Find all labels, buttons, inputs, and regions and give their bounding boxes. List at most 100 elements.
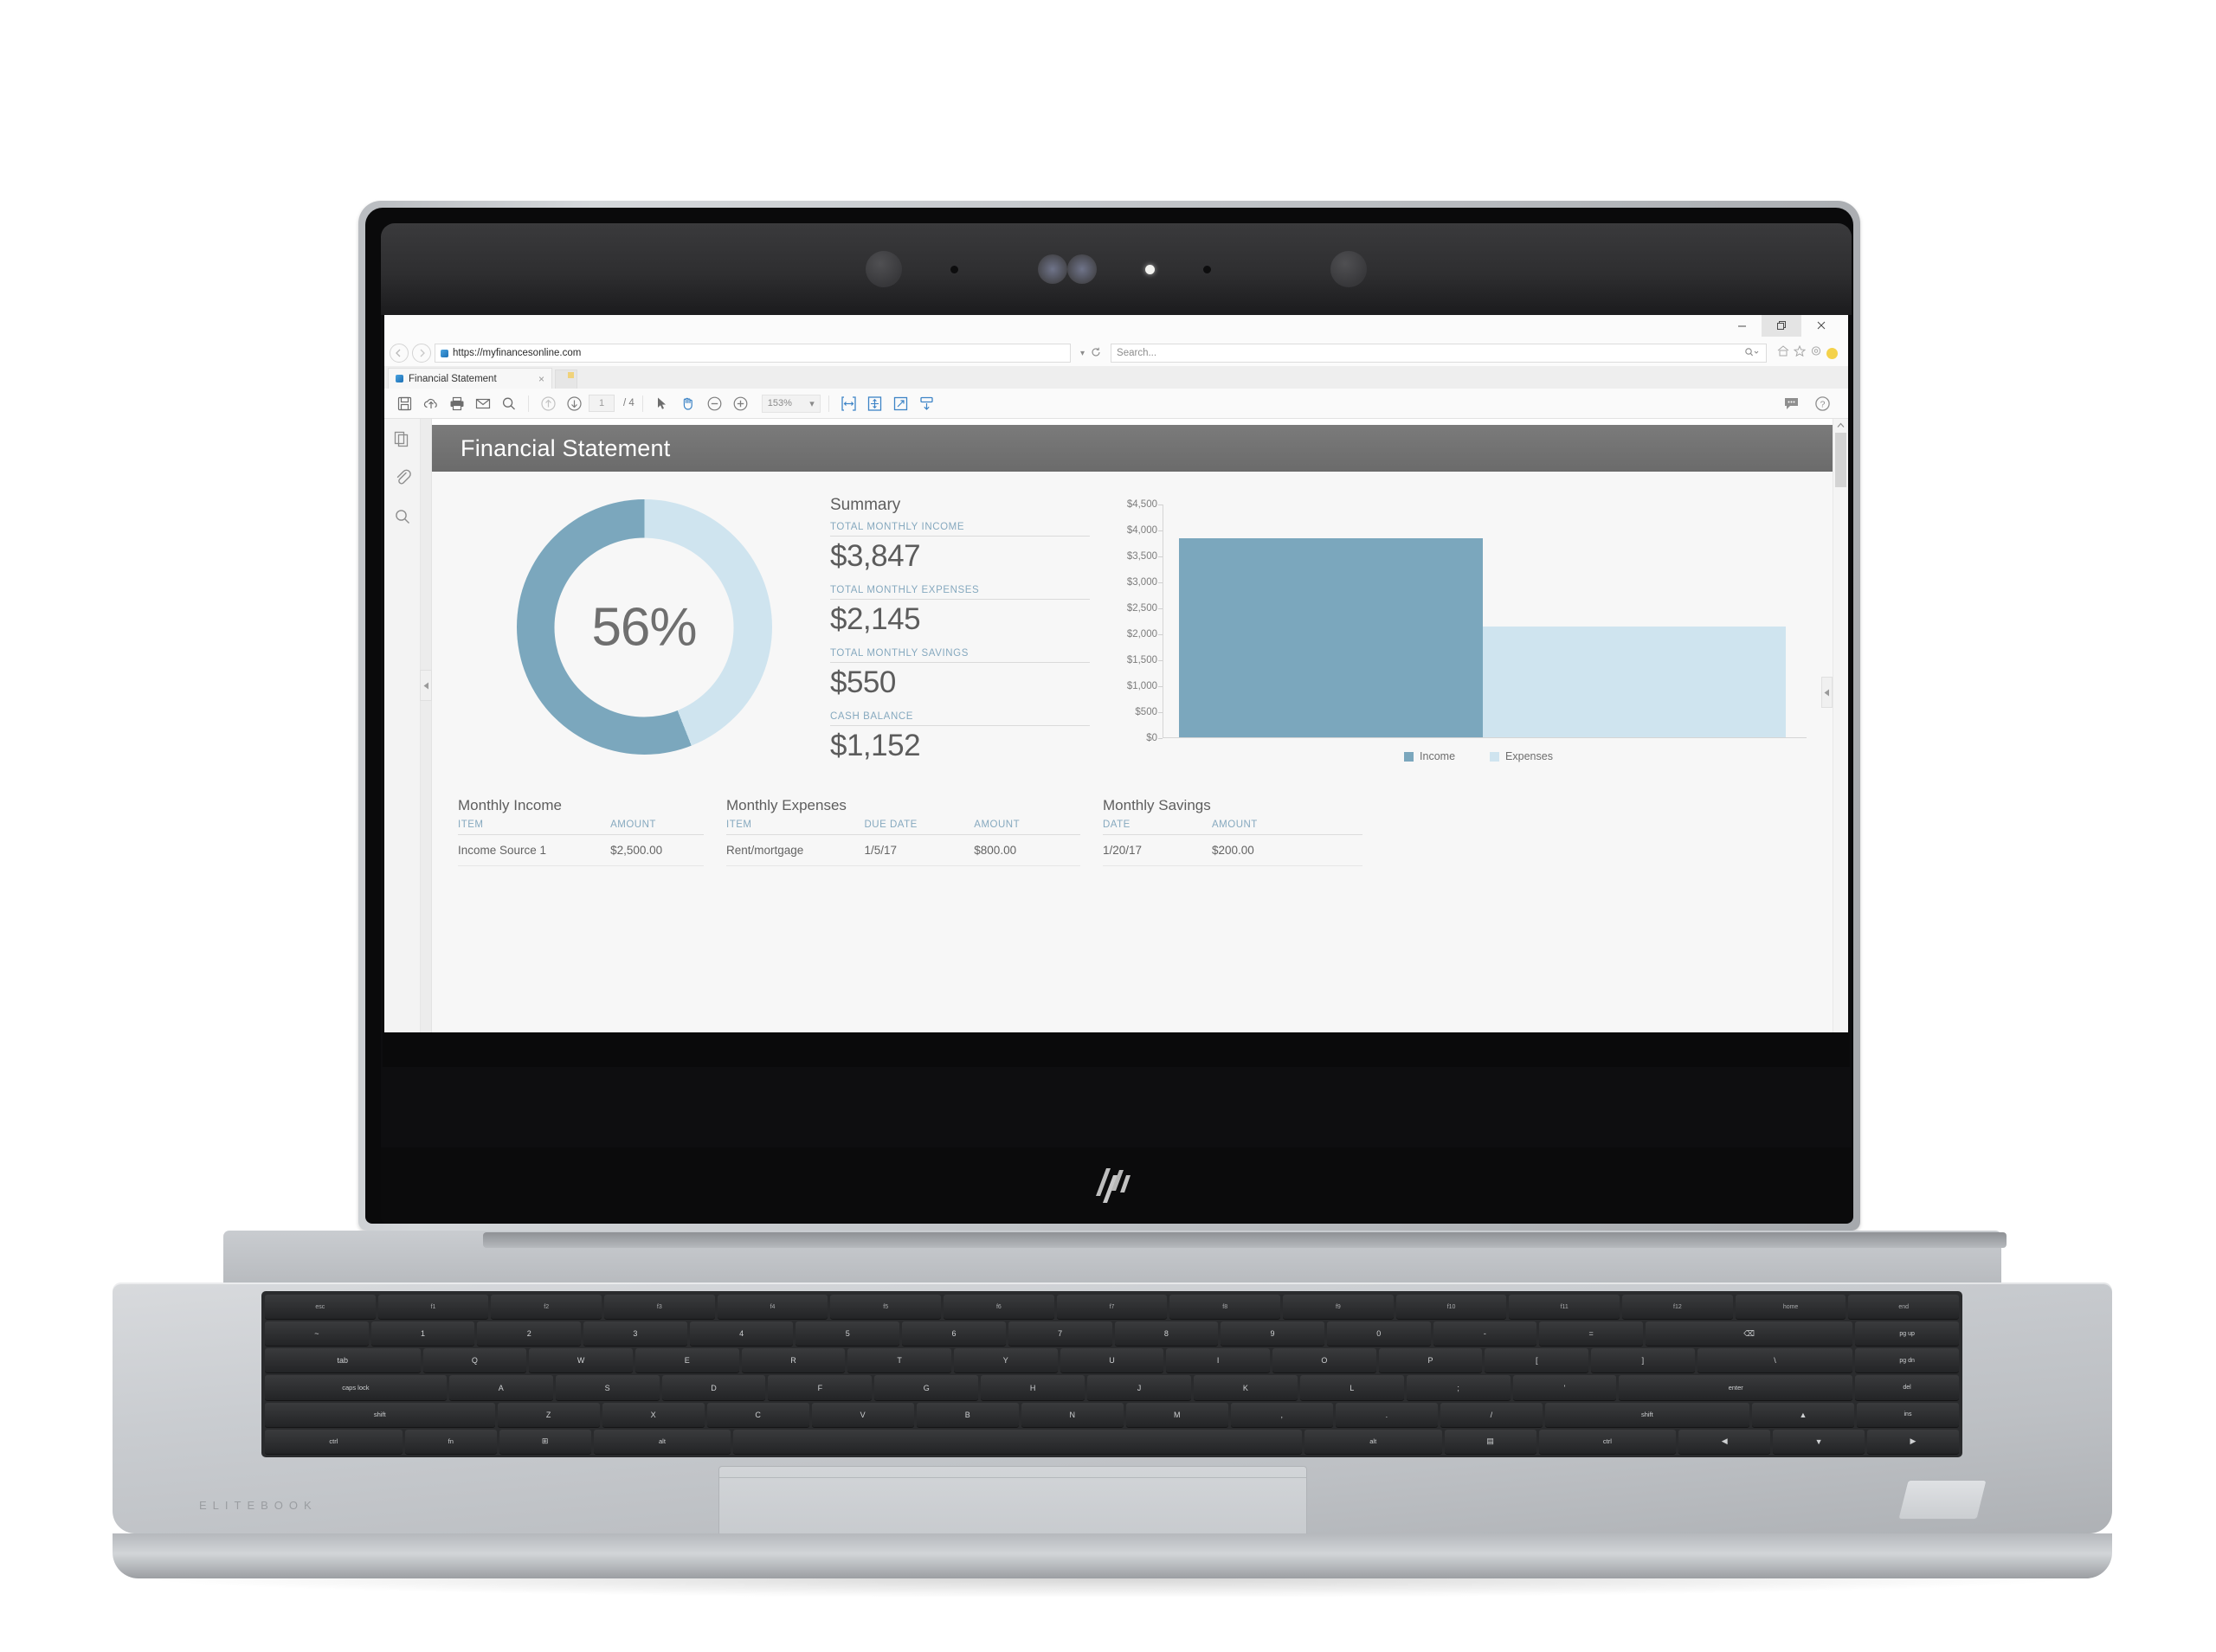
- key-2[interactable]: 2: [477, 1321, 582, 1347]
- key-i[interactable]: I: [1166, 1348, 1271, 1373]
- key-arrow-right[interactable]: ▶: [1867, 1429, 1959, 1454]
- key-f8[interactable]: f8: [1169, 1295, 1281, 1320]
- key-w[interactable]: W: [529, 1348, 633, 1373]
- key-alt-right[interactable]: alt: [1304, 1429, 1442, 1454]
- pages-panel-icon[interactable]: [394, 429, 411, 453]
- key-bracket-right[interactable]: ]: [1591, 1348, 1695, 1373]
- fingerprint-reader[interactable]: [1897, 1480, 1987, 1520]
- fit-page-icon[interactable]: [863, 392, 886, 415]
- key-caps-lock[interactable]: caps lock: [265, 1375, 447, 1400]
- key-r[interactable]: R: [741, 1348, 846, 1373]
- favorites-star-icon[interactable]: [1793, 344, 1807, 361]
- key-ctrl-right[interactable]: ctrl: [1538, 1429, 1677, 1454]
- close-button[interactable]: [1801, 315, 1841, 337]
- key-shift-right[interactable]: shift: [1544, 1402, 1749, 1427]
- key-e[interactable]: E: [635, 1348, 739, 1373]
- key-comma[interactable]: ,: [1230, 1402, 1333, 1427]
- help-icon[interactable]: ?: [1811, 392, 1834, 415]
- tab-financial-statement[interactable]: Financial Statement ×: [388, 368, 552, 389]
- comment-icon[interactable]: [1780, 392, 1803, 415]
- key-arrow-up[interactable]: ▲: [1751, 1402, 1854, 1427]
- key-d[interactable]: D: [661, 1375, 766, 1400]
- search-icon[interactable]: [497, 392, 520, 415]
- key-backslash[interactable]: \: [1697, 1348, 1853, 1373]
- dropdown-caret-icon[interactable]: ▾: [1080, 349, 1085, 358]
- key-v[interactable]: V: [811, 1402, 914, 1427]
- key-f9[interactable]: f9: [1283, 1295, 1394, 1320]
- key-0[interactable]: 0: [1326, 1321, 1431, 1347]
- key-backspace[interactable]: ⌫: [1645, 1321, 1853, 1347]
- key-semicolon[interactable]: ;: [1406, 1375, 1511, 1400]
- key-z[interactable]: Z: [497, 1402, 600, 1427]
- key-delete[interactable]: del: [1855, 1375, 1959, 1400]
- print-icon[interactable]: [445, 392, 468, 415]
- key-f3[interactable]: f3: [604, 1295, 715, 1320]
- vertical-scrollbar[interactable]: [1833, 419, 1848, 1032]
- back-button[interactable]: [390, 344, 409, 363]
- scrollbar-thumb[interactable]: [1835, 433, 1846, 487]
- key-l[interactable]: L: [1299, 1375, 1404, 1400]
- key-backtick[interactable]: ~: [265, 1321, 369, 1347]
- key-period[interactable]: .: [1335, 1402, 1438, 1427]
- search-input[interactable]: Search...: [1111, 344, 1767, 363]
- key-6[interactable]: 6: [902, 1321, 1006, 1347]
- key-slash[interactable]: /: [1440, 1402, 1543, 1427]
- key-shift-left[interactable]: shift: [265, 1402, 495, 1427]
- key-u[interactable]: U: [1060, 1348, 1164, 1373]
- key-f7[interactable]: f7: [1056, 1295, 1168, 1320]
- key-f6[interactable]: f6: [944, 1295, 1054, 1320]
- hand-tool-icon[interactable]: [677, 392, 700, 415]
- key-f12[interactable]: f12: [1622, 1295, 1733, 1320]
- key-pgup[interactable]: pg up: [1855, 1321, 1959, 1347]
- search-submit-icon[interactable]: [1743, 347, 1761, 360]
- key-f10[interactable]: f10: [1395, 1295, 1507, 1320]
- collapse-right-panel-button[interactable]: [1821, 677, 1833, 708]
- fit-width-icon[interactable]: [837, 392, 860, 415]
- save-icon[interactable]: [393, 392, 416, 415]
- page-number-input[interactable]: 1: [589, 395, 615, 412]
- scroll-mode-icon[interactable]: [915, 392, 938, 415]
- key-windows[interactable]: ⊞: [499, 1429, 591, 1454]
- key-b[interactable]: B: [916, 1402, 1019, 1427]
- key-g[interactable]: G: [874, 1375, 979, 1400]
- key-8[interactable]: 8: [1114, 1321, 1219, 1347]
- zoom-in-icon[interactable]: [729, 392, 752, 415]
- page-up-icon[interactable]: [537, 392, 560, 415]
- key-arrow-down[interactable]: ▼: [1773, 1429, 1865, 1454]
- key-5[interactable]: 5: [796, 1321, 900, 1347]
- key-o[interactable]: O: [1272, 1348, 1376, 1373]
- keyboard[interactable]: esc f1 f2 f3 f4 f5 f6 f7 f8 f9 f10 f11 f…: [261, 1291, 1962, 1457]
- key-pgdn[interactable]: pg dn: [1855, 1348, 1959, 1373]
- key-h[interactable]: H: [981, 1375, 1085, 1400]
- key-s[interactable]: S: [555, 1375, 660, 1400]
- key-home[interactable]: home: [1735, 1295, 1846, 1320]
- key-n[interactable]: N: [1021, 1402, 1124, 1427]
- select-cursor-icon[interactable]: [651, 392, 674, 415]
- key-f[interactable]: F: [768, 1375, 873, 1400]
- key-k[interactable]: K: [1193, 1375, 1298, 1400]
- page-down-icon[interactable]: [563, 392, 586, 415]
- key-quote[interactable]: ': [1512, 1375, 1617, 1400]
- new-tab-button[interactable]: [555, 370, 577, 389]
- key-3[interactable]: 3: [583, 1321, 687, 1347]
- key-t[interactable]: T: [847, 1348, 951, 1373]
- key-equals[interactable]: =: [1539, 1321, 1643, 1347]
- collapse-left-panel-button[interactable]: [420, 670, 432, 701]
- zoom-level-select[interactable]: 153% ▾: [761, 394, 821, 413]
- key-4[interactable]: 4: [689, 1321, 794, 1347]
- key-c[interactable]: C: [706, 1402, 809, 1427]
- key-f11[interactable]: f11: [1509, 1295, 1620, 1320]
- key-y[interactable]: Y: [953, 1348, 1058, 1373]
- key-insert[interactable]: ins: [1856, 1402, 1959, 1427]
- key-9[interactable]: 9: [1221, 1321, 1324, 1347]
- key-arrow-left[interactable]: ◀: [1678, 1429, 1771, 1454]
- key-q[interactable]: Q: [422, 1348, 527, 1373]
- minimize-button[interactable]: [1722, 315, 1762, 337]
- settings-gear-icon[interactable]: [1810, 345, 1822, 361]
- key-minus[interactable]: -: [1433, 1321, 1537, 1347]
- key-end[interactable]: end: [1848, 1295, 1960, 1320]
- key-tab[interactable]: tab: [265, 1348, 421, 1373]
- tab-close-icon[interactable]: ×: [538, 373, 544, 385]
- key-j[interactable]: J: [1087, 1375, 1191, 1400]
- key-f5[interactable]: f5: [830, 1295, 942, 1320]
